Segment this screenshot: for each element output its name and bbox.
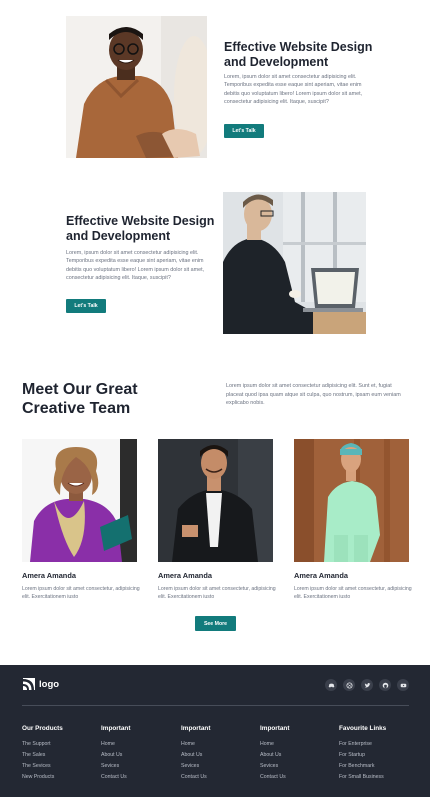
team-section-title: Meet Our Great Creative Team xyxy=(22,381,138,417)
team-member-photo xyxy=(294,439,409,562)
team-member-photo xyxy=(22,439,137,562)
footer-link[interactable]: Home xyxy=(181,741,195,747)
team-member-name: Amera Amanda xyxy=(22,571,76,580)
footer-link[interactable]: The Support xyxy=(22,741,51,747)
feature-1-title: Effective Website Design and Development xyxy=(224,40,373,69)
footer-link[interactable]: Sevices xyxy=(181,763,199,769)
footer-link[interactable]: Home xyxy=(260,741,274,747)
footer-divider xyxy=(22,705,409,706)
discord-icon[interactable] xyxy=(325,679,337,691)
footer-column-heading: Our Products xyxy=(22,725,63,732)
footer-link[interactable]: The Sales xyxy=(22,752,45,758)
footer-link[interactable]: Home xyxy=(101,741,115,747)
footer-column-heading: Favourite Links xyxy=(339,725,387,732)
footer-link[interactable]: For Small Business xyxy=(339,774,384,780)
footer-link[interactable]: About Us xyxy=(181,752,202,758)
footer-link[interactable]: About Us xyxy=(260,752,281,758)
footer-link[interactable]: For Enterprise xyxy=(339,741,372,747)
logo-text[interactable]: logo xyxy=(39,679,59,690)
footer-link[interactable]: For Startup xyxy=(339,752,365,758)
dribbble-icon[interactable] xyxy=(343,679,355,691)
footer-link[interactable]: Sevices xyxy=(260,763,278,769)
footer-link[interactable]: Sevices xyxy=(101,763,119,769)
footer-column-heading: Important xyxy=(181,725,211,732)
see-more-button[interactable]: See More xyxy=(195,616,236,631)
footer-link[interactable]: The Sevices xyxy=(22,763,51,769)
footer-link[interactable]: Contact Us xyxy=(101,774,127,780)
youtube-icon[interactable] xyxy=(397,679,409,691)
team-member-name: Amera Amanda xyxy=(158,571,212,580)
footer-link[interactable]: Contact Us xyxy=(260,774,286,780)
footer-link[interactable]: New Products xyxy=(22,774,54,780)
feature-2-text: Lorem, ipsum dolor sit amet consectetur … xyxy=(66,250,205,282)
footer-column-heading: Important xyxy=(101,725,131,732)
footer-link[interactable]: About Us xyxy=(101,752,122,758)
twitter-icon[interactable] xyxy=(361,679,373,691)
team-member-photo xyxy=(158,439,273,562)
footer-column-heading: Important xyxy=(260,725,290,732)
feature-image-laptop xyxy=(223,192,366,334)
feature-2-title: Effective Website Design and Development xyxy=(66,214,215,243)
team-member-bio: Lorem ipsum dolor sit amet consectetur, … xyxy=(22,586,140,601)
footer-link[interactable]: For Benchmark xyxy=(339,763,374,769)
feature-image-handshake xyxy=(66,16,207,158)
feature-1-text: Lorem, ipsum dolor sit amet consectetur … xyxy=(224,74,363,106)
team-member-name: Amera Amanda xyxy=(294,571,348,580)
team-member-bio: Lorem ipsum dolor sit amet consectetur, … xyxy=(158,586,276,601)
feature-1-cta-button[interactable]: Let's Talk xyxy=(224,124,264,138)
github-icon[interactable] xyxy=(379,679,391,691)
logo-icon[interactable] xyxy=(22,678,35,691)
feature-2-cta-button[interactable]: Let's Talk xyxy=(66,299,106,313)
team-member-bio: Lorem ipsum dolor sit amet consectetur, … xyxy=(294,586,412,601)
footer-link[interactable]: Contact Us xyxy=(181,774,207,780)
team-section-description: Lorem ipsum dolor sit amet consectetur a… xyxy=(226,383,401,407)
